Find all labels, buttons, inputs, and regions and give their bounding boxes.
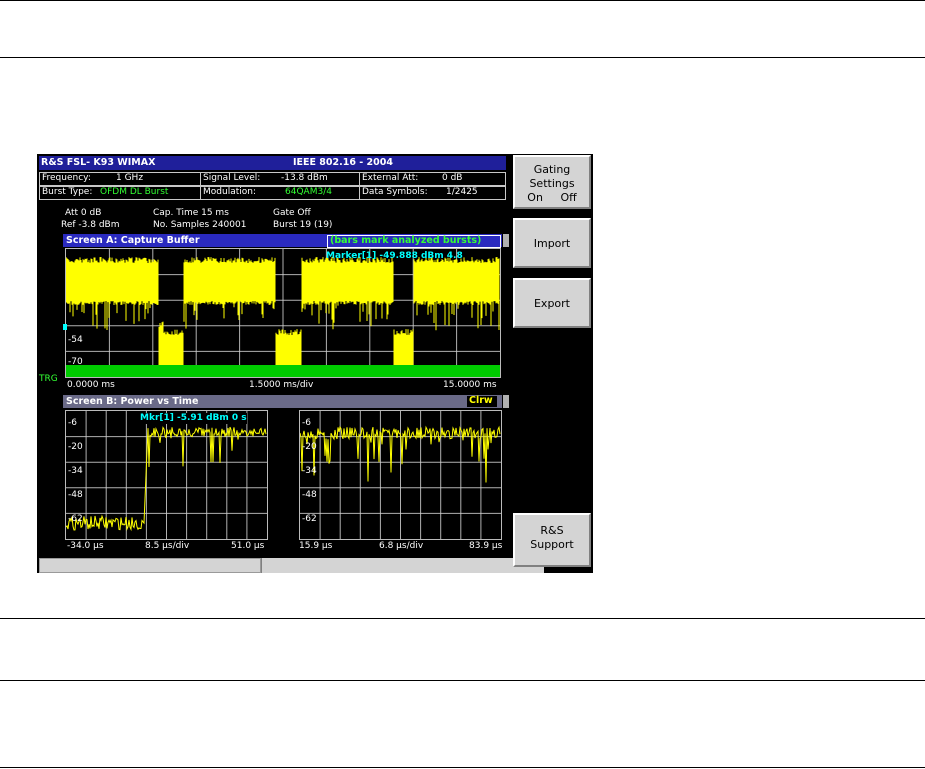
power-vs-time-right-trace [299,411,501,539]
support-label-2: Support [530,538,574,551]
right-ytick-2: -20 [302,442,317,452]
clrw-badge: Clrw [467,395,497,407]
support-label-1: R&S [540,524,564,537]
screen-a-marker-readout: Marker[1] -49.888 dBm 4.8 [326,251,463,261]
screen-a-x-div: 1.5000 ms/div [249,380,314,390]
left-x-div: 8.5 µs/div [145,541,190,551]
left-ytick-2: -20 [68,442,83,452]
cap-time-setting: Cap. Time 15 ms [153,208,229,218]
instrument-name: R&S FSL- K93 WIMAX [41,157,156,168]
gating-label-1: Gating [533,163,571,176]
left-ytick-3: -34 [68,466,83,476]
right-x-start: 15.9 µs [299,541,333,551]
left-ytick-1: -6 [68,418,77,428]
data-symbols-label: Data Symbols: [362,187,428,197]
screen-a-ytick-54: -54 [68,335,83,345]
no-samples-setting: No. Samples 240001 [153,220,247,230]
title-bar: R&S FSL- K93 WIMAX IEEE 802.16 - 2004 [39,156,506,170]
att-setting: Att 0 dB [65,208,102,218]
data-symbols-value: 1/2425 [446,187,478,197]
right-ytick-5: -62 [302,514,317,524]
export-softkey[interactable]: Export [513,278,591,328]
rs-support-softkey[interactable]: R&S Support [513,513,591,567]
left-x-start: -34.0 µs [67,541,104,551]
info-table: Frequency: 1 GHz Signal Level: -13.8 dBm… [39,171,506,200]
right-ytick-3: -34 [302,466,317,476]
gating-on-label: On [527,191,543,204]
clrw-label: Clrw [469,395,493,406]
standard-label: IEEE 802.16 - 2004 [293,157,393,168]
screen-a-edge [503,234,509,247]
screen-b-left-plot[interactable]: Mkr[1] -5.91 dBm 0 s -6 -20 -34 -48 -62 [65,410,268,540]
page-rule-3 [0,618,925,619]
screen-b-title-bar[interactable]: Screen B: Power vs Time [63,395,502,408]
screen-a-x-start: 0.0000 ms [67,380,115,390]
status-field [39,558,261,573]
signal-level-label: Signal Level: [203,173,261,183]
gating-off-label: Off [560,191,577,204]
page-rule-2 [0,57,925,58]
gating-on-off: On Off [515,191,589,205]
burst-type-label: Burst Type: [42,187,93,197]
external-att-label: External Att: [362,173,419,183]
screen-b-right-plot[interactable]: -6 -20 -34 -48 -62 [299,410,502,540]
status-bar [39,558,544,573]
right-x-div: 6.8 µs/div [379,541,424,551]
right-x-end: 83.9 µs [469,541,503,551]
screen-a-plot[interactable]: -54 -70 Marker[1] -49.888 dBm 4.8 [65,248,501,378]
signal-level-value: -13.8 dBm [281,173,328,183]
right-ytick-4: -48 [302,490,317,500]
capture-buffer-trace [65,249,500,377]
screen-b-edge [503,395,509,408]
analyzer-screen: R&S FSL- K93 WIMAX IEEE 802.16 - 2004 Fr… [37,154,593,573]
power-vs-time-left-trace [65,411,267,539]
frequency-label: Frequency: [42,173,91,183]
analyzed-bursts-note: (bars mark analyzed bursts) [330,235,482,246]
page-rule-bottom [0,767,925,768]
gating-settings-softkey[interactable]: Gating Settings On Off [513,155,591,209]
burst-setting: Burst 19 (19) [273,220,333,230]
modulation-value: 64QAM3/4 [285,187,332,197]
screen-b-title: Screen B: Power vs Time [66,396,199,407]
screen-b-marker-readout: Mkr[1] -5.91 dBm 0 s [140,413,247,424]
screen-a-title: Screen A: Capture Buffer [66,235,200,246]
burst-type-value: OFDM DL Burst [100,187,169,197]
import-softkey[interactable]: Import [513,218,591,268]
ref-setting: Ref -3.8 dBm [61,220,120,230]
external-att-value: 0 dB [442,173,463,183]
import-label: Import [533,237,571,250]
screen-a-x-end: 15.0000 ms [443,380,497,390]
gate-setting: Gate Off [273,208,311,218]
trigger-label: TRG [39,374,58,384]
right-ytick-1: -6 [302,418,311,428]
left-ytick-5: -62 [68,514,83,524]
page-rule-top [0,0,925,1]
export-label: Export [533,297,570,310]
modulation-label: Modulation: [203,187,256,197]
left-ytick-4: -48 [68,490,83,500]
screen-a-marker-arrow [63,324,67,330]
status-divider [261,558,262,573]
gating-label-2: Settings [529,177,575,190]
frequency-value: 1 GHz [116,173,144,183]
analyzed-bursts-note-box: (bars mark analyzed bursts) [327,235,501,248]
page-rule-4 [0,680,925,681]
left-x-end: 51.0 µs [231,541,265,551]
screen-a-ytick-70: -70 [68,357,83,367]
